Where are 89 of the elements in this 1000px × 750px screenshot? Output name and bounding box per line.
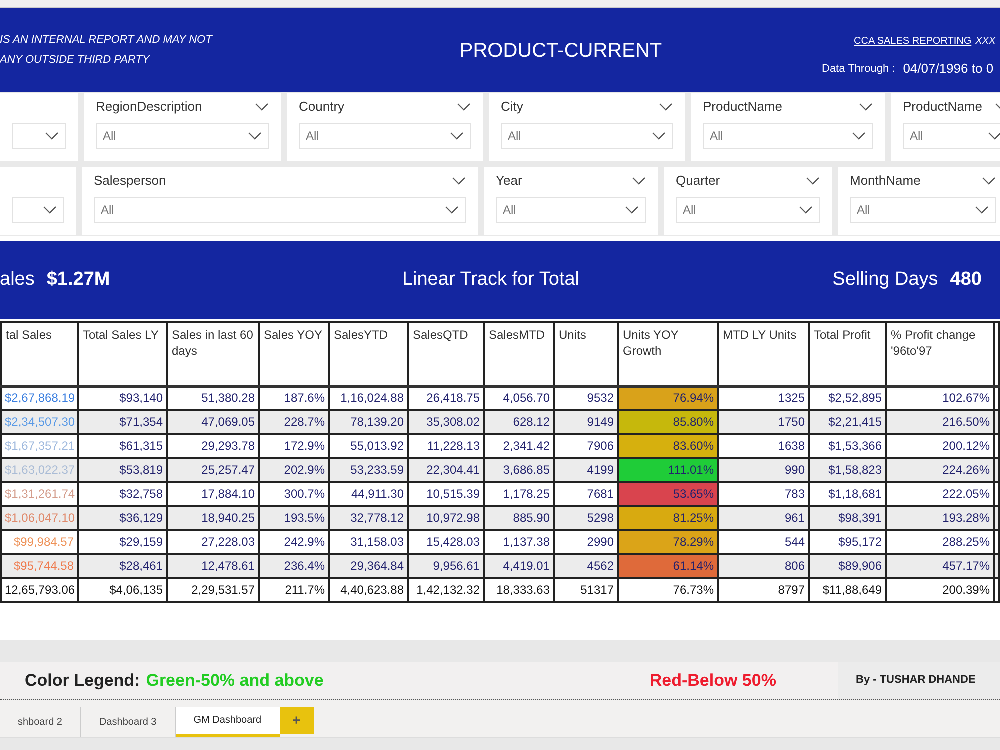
filter-label: Salesperson xyxy=(94,172,166,190)
column-header: MTD LY Units xyxy=(718,322,809,386)
filter-dropdown[interactable] xyxy=(12,197,64,223)
chevron-down-icon xyxy=(982,177,996,185)
chevron-down-icon xyxy=(632,177,646,185)
table-cell: 78.29% xyxy=(618,530,718,554)
banner-label: Selling Days xyxy=(832,268,938,292)
column-header: Total Sales LY xyxy=(78,322,167,386)
table-cell: 76.94% xyxy=(618,386,718,410)
legend-label: Color Legend: xyxy=(25,670,140,692)
add-page-button[interactable]: + xyxy=(280,707,314,734)
banner-value: $1.27M xyxy=(46,268,110,292)
column-header: SalesQTD xyxy=(408,322,484,386)
total-cell: 4,40,623.88 xyxy=(329,578,408,602)
chevron-down-icon xyxy=(859,103,873,111)
total-cell: 18,333.63 xyxy=(484,578,554,602)
table-cell: 85.80% xyxy=(618,410,718,434)
filter-dropdown[interactable]: All xyxy=(850,197,996,223)
chevron-down-icon xyxy=(625,206,639,214)
chevron-down-icon xyxy=(248,132,262,140)
total-cell: 76.73% xyxy=(618,578,718,602)
filter-dropdown[interactable]: All xyxy=(496,197,646,223)
banner-label: ales xyxy=(0,268,35,292)
notice-text: IS AN INTERNAL REPORT AND MAY NOT xyxy=(0,33,214,48)
table-cell: 61.14% xyxy=(618,554,718,578)
author-credit: By - TUSHAR DHANDE xyxy=(856,673,976,688)
total-cell: $11,88,649 xyxy=(809,578,886,602)
total-cell: 12,65,793.06 xyxy=(1,578,78,602)
chevron-down-icon xyxy=(988,132,1000,140)
filter-dropdown[interactable]: All xyxy=(903,123,1000,149)
filter-dropdown[interactable]: All xyxy=(703,123,873,149)
column-header: Units xyxy=(554,322,618,386)
column-header: Total Profit xyxy=(809,322,886,386)
table-cell: 83.60% xyxy=(618,434,718,458)
chevron-down-icon xyxy=(659,103,673,111)
chevron-down-icon xyxy=(975,206,989,214)
report-link[interactable]: CCA SALES REPORTING xyxy=(854,34,972,49)
filter-label: MonthName xyxy=(850,172,921,190)
column-header: SalesMTD xyxy=(484,322,554,386)
link-suffix: XXX xyxy=(976,35,996,49)
report-title: PRODUCT-CURRENT xyxy=(460,39,662,64)
chevron-down-icon xyxy=(445,206,459,214)
total-cell: 200.39% xyxy=(886,578,994,602)
column-header: SalesYTD xyxy=(329,322,408,386)
filter-label: Year xyxy=(496,172,522,190)
filter-dropdown[interactable]: All xyxy=(96,123,269,149)
total-cell: 8797 xyxy=(718,578,809,602)
filter-label: Quarter xyxy=(676,172,720,190)
column-header: Units YOY Growth xyxy=(618,322,718,386)
table-cell: 53.65% xyxy=(618,482,718,506)
filter-label: Country xyxy=(299,98,345,116)
chevron-down-icon xyxy=(43,206,57,214)
filter-label: ProductName xyxy=(703,98,782,116)
chevron-down-icon xyxy=(806,177,820,185)
total-cell: 2,29,531.57 xyxy=(167,578,259,602)
table-cell: 81.25% xyxy=(618,506,718,530)
filter-label: ProductName xyxy=(903,98,982,116)
banner-title: Linear Track for Total xyxy=(402,268,580,292)
filter-dropdown[interactable]: All xyxy=(94,197,466,223)
column-header: Sales YOY xyxy=(259,322,329,386)
chevron-down-icon xyxy=(45,132,59,140)
chevron-down-icon xyxy=(450,132,464,140)
chevron-down-icon xyxy=(452,177,466,185)
data-through-value: 04/07/1996 to 0 xyxy=(903,60,994,78)
chevron-down-icon xyxy=(852,132,866,140)
filter-dropdown[interactable]: All xyxy=(501,123,673,149)
total-cell: 211.7% xyxy=(259,578,329,602)
banner-value: 480 xyxy=(950,268,982,292)
chevron-down-icon xyxy=(799,206,813,214)
page-tab[interactable]: shboard 2 xyxy=(0,707,82,737)
data-through-label: Data Through : xyxy=(822,62,896,76)
filter-label: City xyxy=(501,98,524,116)
total-cell: $4,06,135 xyxy=(78,578,167,602)
column-header: tal Sales xyxy=(1,322,78,386)
chevron-down-icon xyxy=(255,103,269,111)
legend-positive-text: Green-50% and above xyxy=(146,670,324,692)
filter-dropdown[interactable]: All xyxy=(299,123,471,149)
filter-dropdown[interactable]: All xyxy=(676,197,820,223)
table-cell: 111.01% xyxy=(618,458,718,482)
filter-label: RegionDescription xyxy=(96,98,202,116)
total-cell: 1,42,132.32 xyxy=(408,578,484,602)
column-header: % Profit change '96to'97 xyxy=(886,322,994,386)
chevron-down-icon xyxy=(457,103,471,111)
column-header: Sales in last 60 days xyxy=(167,322,259,386)
page-tab[interactable]: GM Dashboard xyxy=(176,707,280,737)
filter-dropdown[interactable] xyxy=(12,123,66,149)
legend-negative-text: Red-Below 50% xyxy=(650,670,776,692)
chevron-down-icon xyxy=(652,132,666,140)
total-cell: 51317 xyxy=(554,578,618,602)
